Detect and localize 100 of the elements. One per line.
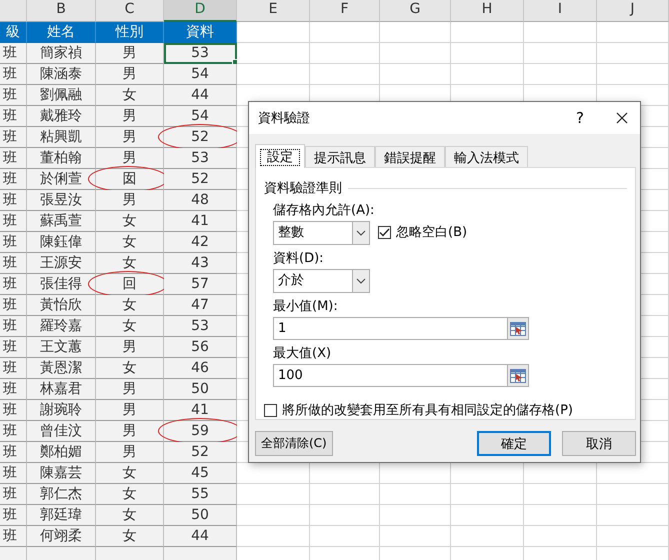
table-cell: 簡家禎 <box>27 43 96 64</box>
checkbox-label: 忽略空白(B) <box>396 224 468 241</box>
table-cell: 女 <box>122 528 136 544</box>
table-cell: 謝琬聆 <box>27 400 96 421</box>
table-cell: 男 <box>122 150 136 166</box>
table-cell: 男 <box>122 129 136 145</box>
table-cell: 53 <box>164 316 237 337</box>
table-cell: 54 <box>164 106 237 127</box>
column-header[interactable]: I <box>524 0 597 22</box>
table-cell: 女 <box>122 486 136 502</box>
table-cell: 班 <box>0 190 27 211</box>
table-cell: 班 <box>0 106 27 127</box>
ok-button[interactable]: 確定 <box>477 431 551 456</box>
table-cell: 張昱汝 <box>27 190 96 211</box>
column-header[interactable]: G <box>380 0 451 22</box>
table-cell: 班 <box>0 442 27 463</box>
table-cell: 54 <box>164 64 237 85</box>
help-button[interactable]: ? <box>570 109 590 127</box>
table-cell: 粘興凱 <box>27 127 96 148</box>
table-cell: 班 <box>0 316 27 337</box>
table-cell: 男 <box>122 444 136 460</box>
table-cell: 男 <box>122 402 136 418</box>
table-cell: 女 <box>122 507 136 523</box>
column-header[interactable]: C <box>96 0 164 22</box>
table-cell: 41 <box>164 400 237 421</box>
table-cell: 47 <box>164 295 237 316</box>
checkbox[interactable] <box>264 404 277 416</box>
tab[interactable]: 提示訊息 <box>305 146 375 167</box>
data-dropdown[interactable]: 介於 <box>273 269 370 293</box>
table-cell: 女 <box>122 234 136 250</box>
table-cell: 班 <box>0 85 27 106</box>
table-cell: 50 <box>164 379 237 400</box>
table-cell: 女 <box>122 465 136 481</box>
field-label: 最大值(X) <box>273 345 332 362</box>
table-cell: 曾佳汶 <box>27 421 96 442</box>
table-cell: 44 <box>164 85 237 106</box>
field-label: 最小值(M): <box>273 298 339 315</box>
input-field[interactable]: 100 <box>273 364 508 387</box>
table-cell: 陳嘉芸 <box>27 463 96 484</box>
tab[interactable]: 錯誤提醒 <box>375 146 445 167</box>
table-cell: 42 <box>164 232 237 253</box>
table-cell: 班 <box>0 295 27 316</box>
range-select-icon[interactable] <box>508 317 529 340</box>
table-cell: 陳鈺偉 <box>27 232 96 253</box>
column-header[interactable]: D <box>164 0 237 22</box>
table-cell: 41 <box>164 211 237 232</box>
table-cell: 董柏翰 <box>27 148 96 169</box>
table-cell: 王源安 <box>27 253 96 274</box>
table-cell: 班 <box>0 337 27 358</box>
group-title: 資料驗證準則 <box>264 180 342 197</box>
tab[interactable]: 設定 <box>255 144 305 168</box>
header-cell: 姓名 <box>27 22 96 43</box>
tab[interactable]: 輸入法模式 <box>445 146 528 167</box>
table-cell: 何翊柔 <box>27 526 96 547</box>
column-header[interactable]: J <box>597 0 669 22</box>
table-cell: 戴雅玲 <box>27 106 96 127</box>
allow-dropdown[interactable]: 整數 <box>273 221 370 245</box>
caret-icon <box>352 270 369 292</box>
table-cell: 44 <box>164 526 237 547</box>
table-cell: 45 <box>164 463 237 484</box>
table-cell: 回 <box>122 276 136 292</box>
column-header[interactable]: B <box>27 0 96 22</box>
table-cell: 女 <box>122 360 136 376</box>
table-cell: 男 <box>122 45 136 61</box>
column-header[interactable]: E <box>237 0 310 22</box>
clear-all-button[interactable]: 全部清除(C) <box>255 431 333 456</box>
table-cell: 班 <box>0 253 27 274</box>
table-cell: 黃恩潔 <box>27 358 96 379</box>
field-label: 儲存格內允許(A): <box>273 202 376 219</box>
checkbox[interactable] <box>378 226 391 238</box>
table-cell: 56 <box>164 337 237 358</box>
table-cell: 班 <box>0 400 27 421</box>
table-cell: 女 <box>122 318 136 334</box>
table-cell: 羅玲嘉 <box>27 316 96 337</box>
table-cell: 蘇禹萱 <box>27 211 96 232</box>
table-cell: 林嘉君 <box>27 379 96 400</box>
table-cell: 52 <box>164 169 237 190</box>
table-cell: 男 <box>122 192 136 208</box>
header-cell: 性別 <box>96 22 164 43</box>
column-header[interactable]: H <box>451 0 524 22</box>
table-cell: 57 <box>164 274 237 295</box>
table-cell: 53 <box>164 43 237 64</box>
table-cell: 班 <box>0 232 27 253</box>
table-cell: 班 <box>0 169 27 190</box>
dialog-title: 資料驗證 <box>258 110 311 127</box>
table-cell: 女 <box>122 297 136 313</box>
table-cell: 53 <box>164 148 237 169</box>
table-cell: 班 <box>0 505 27 526</box>
caret-icon <box>352 222 369 244</box>
table-cell: 女 <box>122 255 136 271</box>
input-field[interactable]: 1 <box>273 317 508 340</box>
cancel-button[interactable]: 取消 <box>562 431 636 456</box>
table-cell: 於俐萱 <box>27 169 96 190</box>
range-select-icon[interactable] <box>508 364 529 387</box>
table-cell: 班 <box>0 484 27 505</box>
column-header[interactable]: F <box>310 0 380 22</box>
table-cell: 黃怡欣 <box>27 295 96 316</box>
table-cell: 男 <box>122 339 136 355</box>
header-cell: 資料 <box>164 22 237 43</box>
table-cell: 張佳得 <box>27 274 96 295</box>
